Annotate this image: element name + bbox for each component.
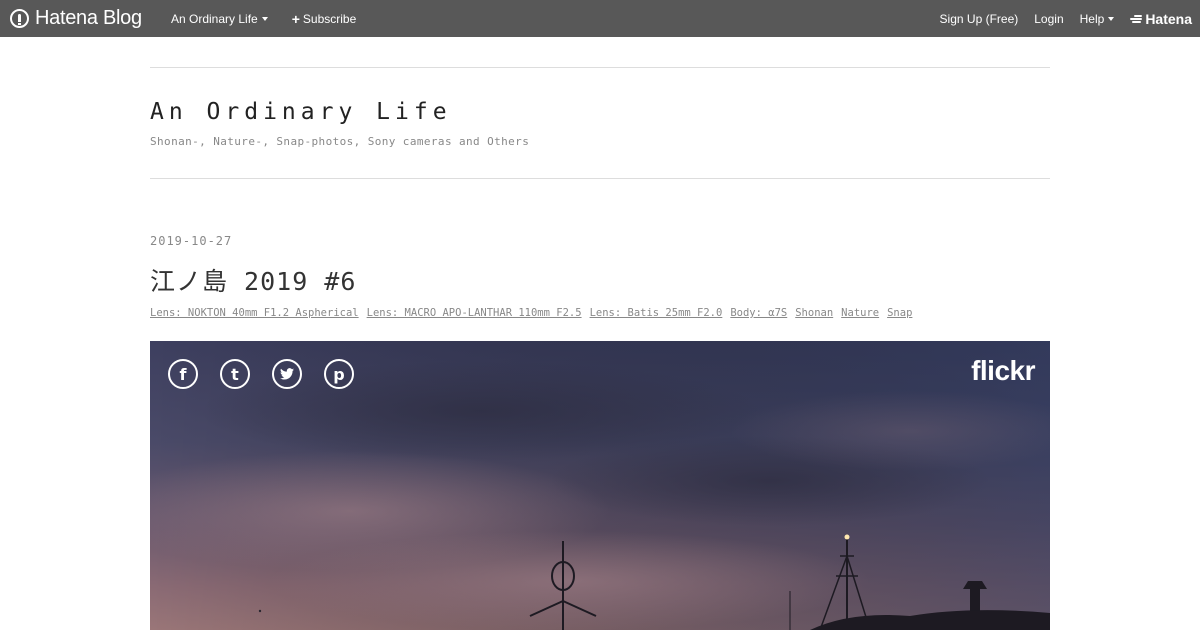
caret-down-icon — [1108, 16, 1115, 21]
category-link[interactable]: Lens: Batis 25mm F2.0 — [590, 307, 723, 319]
hatena-logo-text: Hatena — [1145, 10, 1192, 27]
hatena-logo[interactable]: Hatena — [1130, 11, 1192, 27]
login-link[interactable]: Login — [1034, 12, 1063, 26]
twitter-icon[interactable] — [272, 359, 302, 389]
blog-menu-dropdown[interactable]: An Ordinary Life — [171, 12, 268, 26]
blog-title[interactable]: An Ordinary Life — [150, 99, 452, 125]
category-link[interactable]: Shonan — [795, 307, 833, 319]
help-label: Help — [1079, 11, 1105, 26]
header-bottom-divider — [150, 178, 1050, 179]
hatena-mark-icon — [1130, 14, 1143, 24]
header-top-divider — [150, 67, 1050, 68]
plus-icon: + — [291, 10, 300, 27]
entry-date[interactable]: 2019-10-27 — [150, 234, 232, 248]
brand-text: Hatena Blog — [35, 6, 142, 29]
blog-menu-label: An Ordinary Life — [171, 11, 258, 26]
entry-title[interactable]: 江ノ島 2019 #6 — [150, 262, 356, 298]
hatena-blog-icon — [10, 8, 29, 28]
subscribe-label: Subscribe — [302, 11, 357, 26]
flickr-logo[interactable]: flickr — [971, 355, 1035, 387]
facebook-icon[interactable]: f — [168, 359, 198, 389]
pinterest-icon[interactable]: p — [324, 359, 354, 389]
help-dropdown[interactable]: Help — [1080, 12, 1115, 26]
blog-description: Shonan-, Nature-, Snap-photos, Sony came… — [150, 135, 530, 148]
category-link[interactable]: Lens: NOKTON 40mm F1.2 Aspherical — [150, 307, 359, 319]
category-link[interactable]: Snap — [887, 307, 912, 319]
nav-left: An Ordinary Life + Subscribe — [171, 0, 380, 37]
category-link[interactable]: Body: α7S — [730, 307, 787, 319]
caret-down-icon — [261, 16, 268, 21]
category-link[interactable]: Nature — [841, 307, 879, 319]
entry-categories: Lens: NOKTON 40mm F1.2 Aspherical Lens: … — [150, 307, 920, 319]
global-header: Hatena Blog An Ordinary Life + Subscribe… — [0, 0, 1200, 37]
twitter-bird-glyph — [280, 368, 294, 380]
nav-right: Sign Up (Free) Login Help Hatena — [940, 0, 1200, 37]
entry-photo[interactable]: f t p flickr — [150, 341, 1050, 630]
hatena-blog-logo[interactable]: Hatena Blog — [10, 6, 142, 30]
tumblr-icon[interactable]: t — [220, 359, 250, 389]
subscribe-button[interactable]: + Subscribe — [292, 11, 357, 27]
share-buttons: f t p — [168, 359, 376, 389]
signup-link[interactable]: Sign Up (Free) — [940, 12, 1019, 26]
category-link[interactable]: Lens: MACRO APO-LANTHAR 110mm F2.5 — [367, 307, 582, 319]
